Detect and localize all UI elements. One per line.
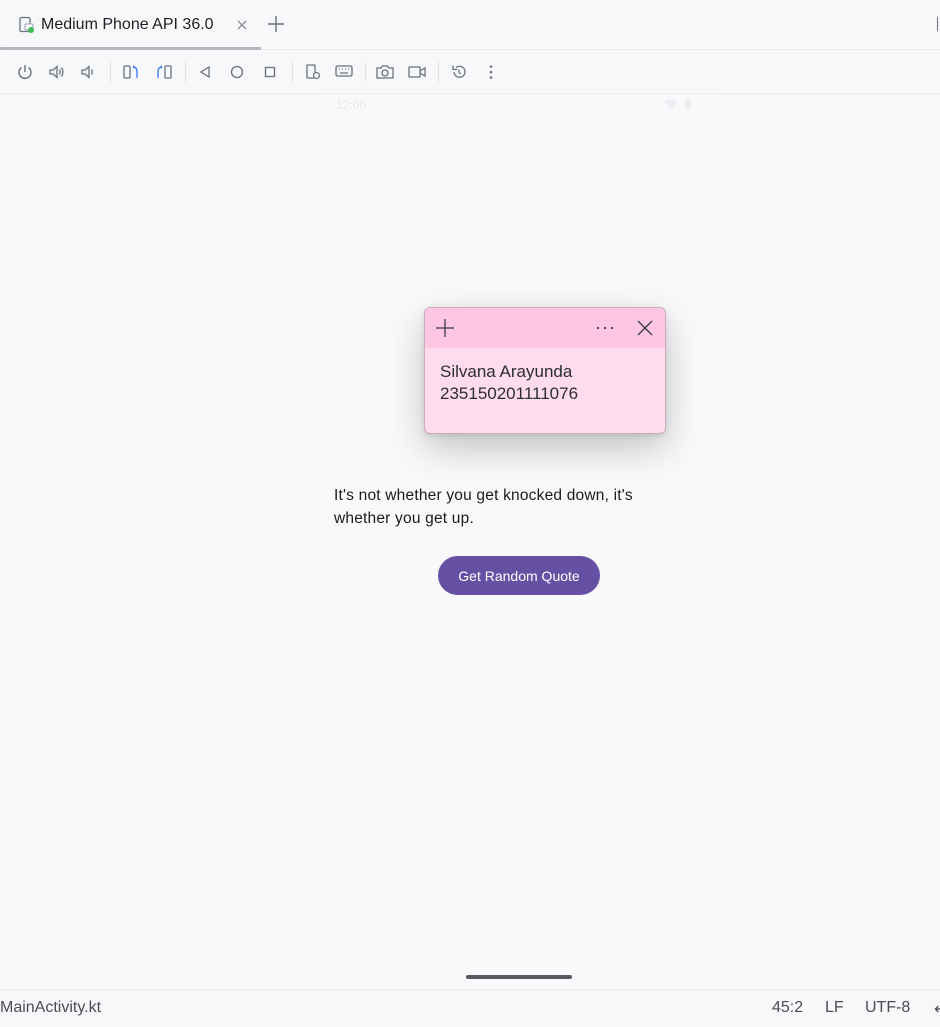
quote-text: It's not whether you get knocked down, i… bbox=[334, 487, 633, 527]
screenshot-icon[interactable] bbox=[373, 60, 397, 84]
status-overflow[interactable]: ↵ bbox=[934, 999, 940, 1019]
power-icon[interactable] bbox=[13, 60, 37, 84]
wifi-icon bbox=[664, 99, 678, 109]
line-ending[interactable]: LF bbox=[825, 999, 844, 1017]
rotate-left-icon[interactable] bbox=[119, 60, 143, 84]
toolbar-separator bbox=[365, 62, 366, 82]
toolbar-separator bbox=[292, 62, 293, 82]
toolbar-separator bbox=[185, 62, 186, 82]
volume-up-icon[interactable] bbox=[45, 60, 69, 84]
plus-icon[interactable] bbox=[265, 12, 287, 36]
back-icon[interactable] bbox=[193, 60, 217, 84]
tab-label: Medium Phone API 36.0 bbox=[41, 16, 214, 33]
phone-screen[interactable]: 12:00 It's not whether you get knocked d… bbox=[318, 94, 720, 989]
overview-icon[interactable] bbox=[258, 60, 282, 84]
sticky-note-header[interactable] bbox=[425, 308, 665, 348]
close-icon[interactable] bbox=[234, 16, 250, 34]
current-file-breadcrumb[interactable]: MainActivity.kt bbox=[0, 999, 101, 1017]
gesture-nav-handle[interactable] bbox=[466, 975, 572, 979]
sticky-note-content[interactable]: Silvana Arayunda 235150201111076 bbox=[440, 361, 655, 405]
file-encoding[interactable]: UTF-8 bbox=[865, 999, 910, 1017]
close-icon[interactable] bbox=[633, 316, 657, 340]
toolbar-separator bbox=[110, 62, 111, 82]
device-icon bbox=[18, 16, 36, 34]
screen-record-icon[interactable] bbox=[405, 60, 429, 84]
sticky-note-name: Silvana Arayunda bbox=[440, 362, 573, 381]
cursor-position[interactable]: 45:2 bbox=[772, 999, 803, 1017]
extended-controls-icon[interactable] bbox=[301, 60, 325, 84]
get-random-quote-button[interactable]: Get Random Quote bbox=[438, 556, 600, 595]
more-options-icon[interactable] bbox=[593, 316, 617, 340]
status-time: 12:00 bbox=[336, 98, 367, 112]
snapshot-restore-icon[interactable] bbox=[447, 60, 471, 84]
keyboard-icon[interactable] bbox=[332, 60, 356, 84]
toolbar-separator bbox=[438, 62, 439, 82]
sticky-note-id: 235150201111076 bbox=[440, 384, 579, 403]
emulator-toolbar bbox=[0, 50, 940, 94]
plus-icon[interactable] bbox=[433, 316, 457, 340]
battery-icon bbox=[685, 99, 691, 109]
ide-status-bar: MainActivity.kt 45:2 LF UTF-8 ↵ bbox=[0, 989, 940, 1027]
sticky-note-window[interactable]: Silvana Arayunda 235150201111076 bbox=[424, 307, 666, 434]
volume-down-icon[interactable] bbox=[76, 60, 100, 84]
rotate-right-icon[interactable] bbox=[152, 60, 176, 84]
tab-medium-phone[interactable]: Medium Phone API 36.0 bbox=[0, 0, 261, 50]
more-icon[interactable] bbox=[479, 60, 503, 84]
home-icon[interactable] bbox=[225, 60, 249, 84]
editor-tab-bar: Medium Phone API 36.0 bbox=[0, 0, 940, 50]
